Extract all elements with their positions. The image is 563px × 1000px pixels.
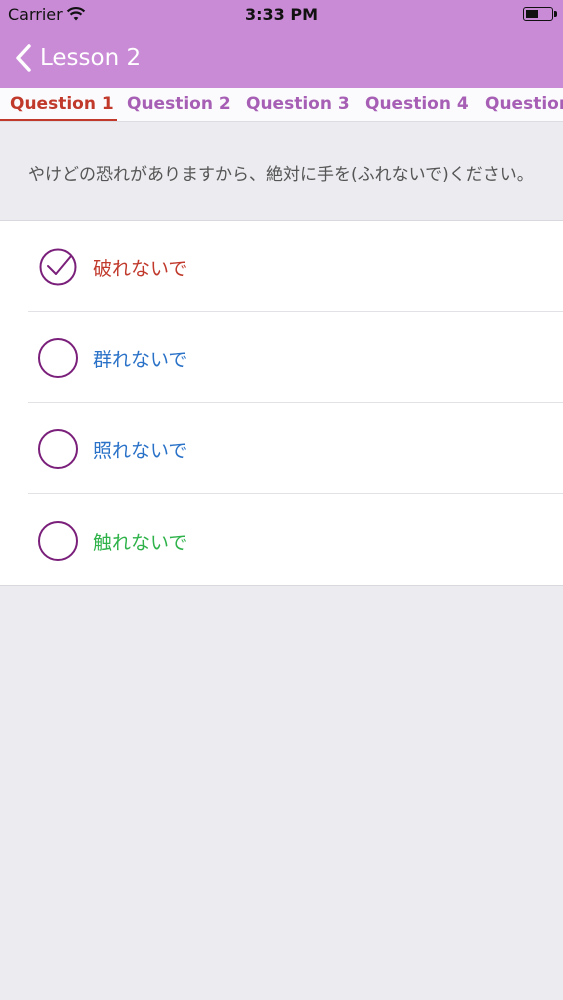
battery-icon — [523, 7, 557, 21]
option-1[interactable]: 破れないで — [0, 221, 563, 312]
tab-question-3[interactable]: Question 3 — [246, 88, 350, 121]
tab-question-4[interactable]: Question 4 — [365, 88, 469, 121]
question-text: やけどの恐れがありますから、絶対に手を(ふれないで)ください。 — [28, 165, 534, 185]
tab-question-1[interactable]: Question 1 — [10, 88, 114, 121]
divider — [28, 493, 563, 494]
option-4[interactable]: 触れないで — [0, 495, 563, 586]
tab-question-5[interactable]: Question — [485, 88, 563, 121]
radio-icon — [38, 338, 78, 378]
radio-icon — [38, 521, 78, 561]
option-3[interactable]: 照れないで — [0, 403, 563, 494]
option-label: 照れないで — [93, 440, 188, 462]
back-button[interactable]: Lesson 2 — [14, 40, 141, 76]
tab-question-2[interactable]: Question 2 — [127, 88, 231, 121]
status-bar: Carrier 3:33 PM — [0, 0, 563, 30]
option-2[interactable]: 群れないで — [0, 312, 563, 403]
navigation-bar: Lesson 2 — [0, 36, 563, 80]
answer-options: 破れないで 群れないで 照れないで 触れないで — [0, 220, 563, 586]
option-label: 触れないで — [93, 532, 188, 554]
checked-radio-icon — [39, 248, 77, 286]
status-time: 3:33 PM — [244, 5, 318, 24]
active-tab-indicator — [0, 119, 117, 121]
chevron-left-icon — [16, 44, 31, 72]
question-tabs: Question 1 Question 2 Question 3 Questio… — [0, 88, 563, 122]
option-label: 群れないで — [93, 349, 188, 371]
option-label: 破れないで — [93, 258, 188, 280]
radio-icon — [38, 429, 78, 469]
header-bar: Carrier 3:33 PM Lesson 2 — [0, 0, 563, 88]
back-label: Lesson 2 — [40, 45, 142, 71]
